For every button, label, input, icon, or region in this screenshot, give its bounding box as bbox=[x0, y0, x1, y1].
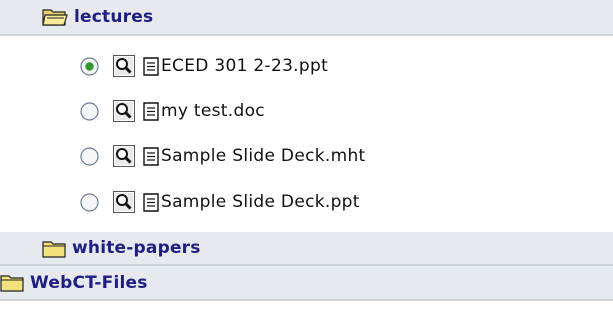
file-row: ECED 301 2-23.ppt bbox=[0, 44, 613, 88]
file-name[interactable]: Sample Slide Deck.ppt bbox=[161, 192, 360, 212]
document-icon bbox=[143, 146, 159, 166]
document-icon bbox=[143, 101, 159, 121]
folder-row-webct-files[interactable]: WebCT-Files bbox=[0, 266, 613, 301]
file-name[interactable]: my test.doc bbox=[161, 101, 265, 121]
file-tree: lectures ECED 301 2-23.ppt my test.doc S… bbox=[0, 0, 613, 313]
folder-row-white-papers[interactable]: white-papers bbox=[0, 232, 613, 266]
file-name[interactable]: ECED 301 2-23.ppt bbox=[161, 56, 328, 76]
folder-label: lectures bbox=[74, 7, 154, 27]
magnifier-icon[interactable] bbox=[113, 100, 135, 122]
file-row: Sample Slide Deck.ppt bbox=[0, 180, 613, 224]
magnifier-icon[interactable] bbox=[113, 191, 135, 213]
magnifier-icon[interactable] bbox=[113, 55, 135, 77]
folder-row-lectures[interactable]: lectures bbox=[0, 0, 613, 36]
folder-label: WebCT-Files bbox=[30, 272, 148, 293]
folder-icon bbox=[42, 240, 66, 258]
magnifier-icon[interactable] bbox=[113, 145, 135, 167]
file-row: Sample Slide Deck.mht bbox=[0, 134, 613, 178]
folder-icon bbox=[0, 275, 24, 292]
bottom-spacer bbox=[0, 301, 613, 313]
folder-label: white-papers bbox=[72, 238, 201, 258]
radio-button[interactable] bbox=[80, 101, 99, 121]
file-name[interactable]: Sample Slide Deck.mht bbox=[161, 146, 365, 166]
radio-button[interactable] bbox=[80, 56, 99, 76]
radio-button[interactable] bbox=[80, 192, 99, 212]
open-folder-icon bbox=[42, 9, 68, 26]
document-icon bbox=[143, 56, 159, 76]
radio-button[interactable] bbox=[80, 146, 99, 166]
file-row: my test.doc bbox=[0, 89, 613, 133]
document-icon bbox=[143, 192, 159, 212]
